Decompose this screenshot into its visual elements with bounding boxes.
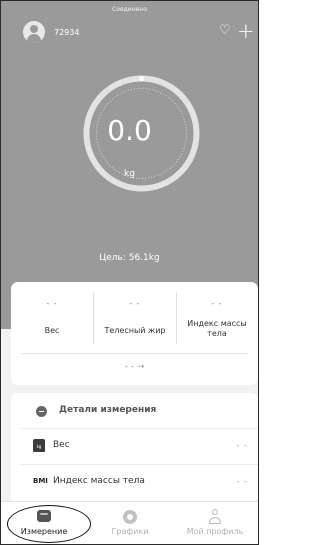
bottom-tab-bar: Измерение Графики Мой профиль xyxy=(1,501,258,544)
info-icon xyxy=(36,406,47,417)
charts-icon xyxy=(123,510,137,524)
scale-kg-icon: kg xyxy=(33,439,45,452)
divider xyxy=(21,428,258,429)
tab-charts[interactable]: Графики xyxy=(87,502,173,544)
details-row-weight[interactable]: kg Вес - - xyxy=(11,432,258,462)
profile-icon-body xyxy=(209,517,221,524)
user-id[interactable]: 72934 xyxy=(54,28,79,37)
details-row-label: Вес xyxy=(53,440,70,450)
more-stats-link[interactable]: - - → xyxy=(11,362,258,372)
weight-value: 0.0 xyxy=(107,114,152,147)
stat-body-fat-label: Телесный жир xyxy=(104,326,166,335)
details-row-value: - - xyxy=(236,441,248,450)
tab-label: Мой профиль xyxy=(186,527,244,536)
profile-icon-head xyxy=(212,509,218,515)
profile-icon xyxy=(208,509,222,525)
bmi-icon: BMI xyxy=(33,477,48,485)
stat-weight[interactable]: - - Вес xyxy=(11,290,93,352)
stat-weight-value: - - xyxy=(46,299,58,308)
scale-icon xyxy=(37,510,51,522)
details-row-label: Индекс массы тела xyxy=(53,476,145,486)
connection-status: Соединено xyxy=(112,6,147,13)
avatar[interactable] xyxy=(23,21,45,43)
details-title: Детали измерения xyxy=(59,405,157,415)
heart-rate-icon[interactable]: ♡ xyxy=(219,23,231,38)
stat-weight-label: Вес xyxy=(44,326,60,335)
tab-label: Графики xyxy=(111,527,149,536)
tab-label: Измерение xyxy=(20,527,68,536)
avatar-head xyxy=(30,25,38,33)
stat-bmi-label: Индекс массы тела xyxy=(187,319,247,338)
details-row-value: - - xyxy=(236,477,248,486)
stat-bmi[interactable]: - - Индекс массы тела xyxy=(177,290,257,352)
add-icon[interactable]: + xyxy=(237,19,255,43)
stats-divider xyxy=(21,353,248,354)
stat-bmi-value: - - xyxy=(211,299,223,308)
tab-measurement[interactable]: Измерение xyxy=(1,502,87,544)
goal-weight[interactable]: Цель: 56.1kg xyxy=(1,253,258,263)
tab-profile[interactable]: Мой профиль xyxy=(172,502,258,544)
weight-unit: kg xyxy=(124,169,135,179)
app-frame: Соединено 72934 ♡ + 0.0 kg Цель: 56.1kg … xyxy=(0,0,259,545)
avatar-body xyxy=(27,34,41,43)
stat-body-fat[interactable]: - - Телесный жир xyxy=(94,290,176,352)
divider xyxy=(21,464,258,465)
stat-body-fat-value: - - xyxy=(129,299,141,308)
stats-card: - - Вес - - Телесный жир - - Индекс масс… xyxy=(11,282,258,385)
measurement-header: Соединено 72934 ♡ + 0.0 kg Цель: 56.1kg xyxy=(1,1,258,329)
gauge-indicator xyxy=(139,76,144,81)
measurement-details-card: Детали измерения kg Вес - - BMI Индекс м… xyxy=(11,393,258,503)
details-header: Детали измерения xyxy=(11,397,258,427)
details-row-bmi[interactable]: BMI Индекс массы тела - - xyxy=(11,468,258,498)
